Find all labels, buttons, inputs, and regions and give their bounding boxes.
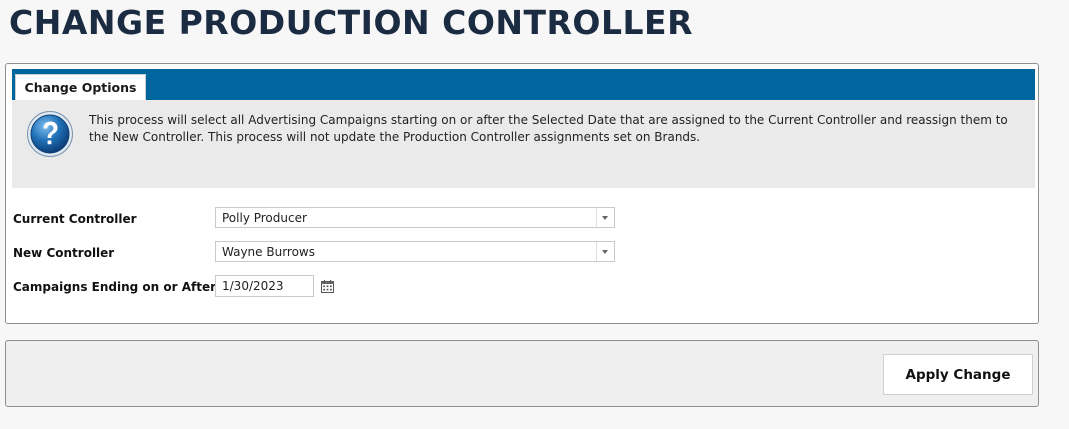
help-question-icon [27, 111, 73, 157]
info-text: This process will select all Advertising… [89, 113, 1008, 144]
new-controller-select[interactable]: Wayne Burrows [215, 241, 615, 262]
page-title: CHANGE PRODUCTION CONTROLLER [9, 3, 693, 42]
campaigns-ending-label: Campaigns Ending on or After [13, 280, 217, 294]
new-controller-label: New Controller [13, 246, 115, 260]
current-controller-label: Current Controller [13, 212, 137, 226]
chevron-down-icon[interactable] [596, 242, 614, 261]
change-options-panel: Change Options This process will select … [5, 63, 1039, 324]
action-panel: Apply Change [5, 340, 1039, 407]
current-controller-value: Polly Producer [222, 211, 307, 225]
chevron-down-icon[interactable] [596, 208, 614, 227]
tab-change-options[interactable]: Change Options [15, 74, 146, 100]
calendar-icon[interactable] [320, 279, 335, 294]
apply-change-button[interactable]: Apply Change [883, 354, 1033, 395]
new-controller-value: Wayne Burrows [222, 245, 315, 259]
info-box: This process will select all Advertising… [12, 100, 1035, 188]
current-controller-select[interactable]: Polly Producer [215, 207, 615, 228]
tab-strip: Change Options [12, 69, 1035, 100]
campaigns-ending-date-input[interactable] [215, 275, 314, 297]
